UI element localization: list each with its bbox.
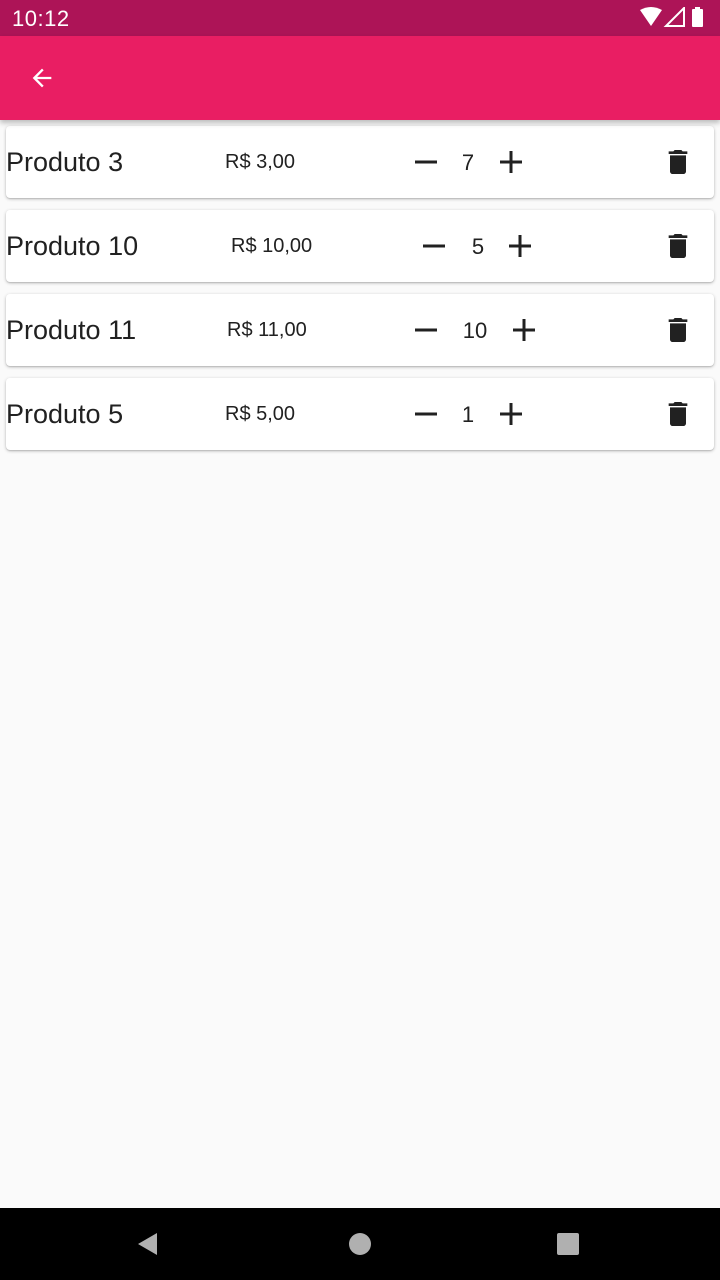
plus-icon [500, 151, 522, 173]
wifi-icon [640, 7, 662, 26]
cart-item: Produto 11 R$ 11,00 10 [6, 294, 714, 366]
quantity-value: 7 [461, 150, 475, 175]
trash-icon [668, 402, 688, 426]
cart-list: Produto 3 R$ 3,00 7 Produto 10 R$ 10,00 … [6, 126, 714, 462]
app-bar [0, 36, 720, 120]
quantity-value: 1 [461, 402, 475, 427]
product-price: R$ 5,00 [225, 403, 296, 425]
increment-button[interactable] [507, 313, 541, 347]
quantity-value: 10 [462, 318, 488, 343]
status-icons [638, 7, 710, 29]
navigation-bar [0, 1208, 720, 1280]
trash-icon [668, 318, 688, 342]
decrement-button[interactable] [409, 397, 443, 431]
product-name: Produto 5 [6, 399, 124, 429]
plus-icon [500, 403, 522, 425]
nav-back-button[interactable] [128, 1224, 168, 1264]
delete-button[interactable] [658, 228, 698, 264]
increment-button[interactable] [503, 229, 537, 263]
status-bar: 10:12 [0, 0, 720, 36]
home-circle-icon [349, 1233, 371, 1255]
trash-icon [668, 234, 688, 258]
decrement-button[interactable] [409, 313, 443, 347]
minus-icon [415, 328, 437, 332]
cell-signal-icon [663, 7, 685, 27]
minus-icon [415, 160, 437, 164]
delete-button[interactable] [658, 144, 698, 180]
cart-item: Produto 5 R$ 5,00 1 [6, 378, 714, 450]
battery-icon [692, 9, 703, 27]
status-time: 10:12 [12, 6, 70, 31]
minus-icon [423, 244, 445, 248]
product-price: R$ 11,00 [227, 319, 307, 341]
delete-button[interactable] [658, 396, 698, 432]
decrement-button[interactable] [417, 229, 451, 263]
arrow-back-icon [32, 68, 52, 88]
quantity-value: 5 [471, 234, 485, 259]
minus-icon [415, 412, 437, 416]
back-triangle-icon [138, 1233, 157, 1255]
cart-item: Produto 3 R$ 3,00 7 [6, 126, 714, 198]
product-name: Produto 11 [6, 315, 137, 345]
delete-button[interactable] [658, 312, 698, 348]
plus-icon [509, 235, 531, 257]
nav-recents-button[interactable] [548, 1224, 588, 1264]
product-price: R$ 10,00 [231, 235, 313, 257]
increment-button[interactable] [494, 397, 528, 431]
nav-home-button[interactable] [340, 1224, 380, 1264]
recents-square-icon [557, 1233, 579, 1255]
cart-item: Produto 10 R$ 10,00 5 [6, 210, 714, 282]
trash-icon [668, 150, 688, 174]
product-price: R$ 3,00 [225, 151, 296, 173]
decrement-button[interactable] [409, 145, 443, 179]
product-name: Produto 3 [6, 147, 124, 177]
increment-button[interactable] [494, 145, 528, 179]
product-name: Produto 10 [6, 231, 139, 261]
plus-icon [513, 319, 535, 341]
back-button[interactable] [18, 54, 66, 102]
